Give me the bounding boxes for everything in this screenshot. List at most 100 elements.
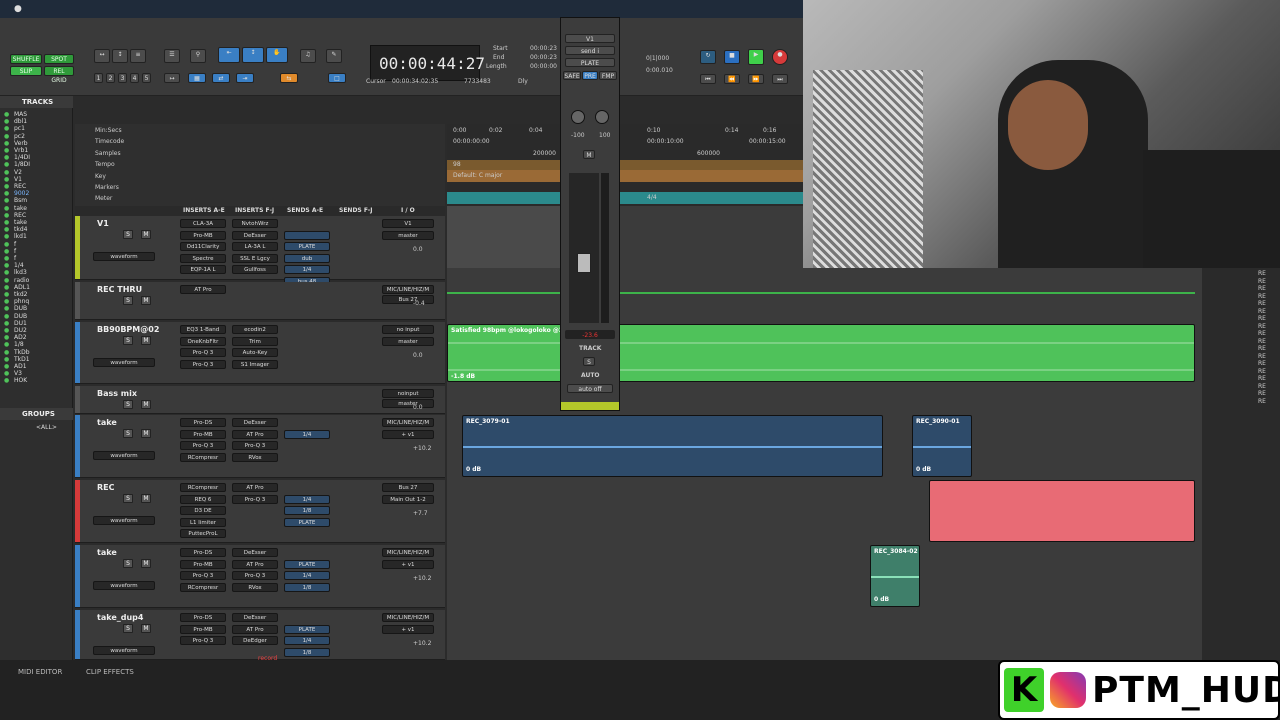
mute-button[interactable]: M [141, 624, 151, 633]
track-view-select[interactable]: waveform [93, 252, 155, 261]
track-visibility-icon[interactable]: ● [4, 298, 9, 305]
track-visibility-icon[interactable]: ● [4, 226, 9, 233]
mute-button[interactable]: M [141, 494, 151, 503]
io-select[interactable]: master [382, 399, 434, 408]
ruler-row-label[interactable]: Markers [95, 184, 119, 191]
track-visibility-icon[interactable]: ● [4, 219, 9, 226]
nudge-value[interactable]: 0:00.010 [646, 67, 673, 74]
track-visibility-icon[interactable]: ● [4, 241, 9, 248]
track-visibility-icon[interactable]: ● [4, 190, 9, 197]
send-slot[interactable]: 1/4 [284, 494, 330, 504]
insert-slot[interactable]: RCompresr [180, 483, 226, 492]
track-visibility-icon[interactable]: ● [4, 147, 9, 154]
zoom-in-icon[interactable]: ↕ [112, 49, 128, 63]
io-select[interactable]: no input [382, 325, 434, 334]
track-visibility-icon[interactable]: ● [4, 277, 9, 284]
fm-fader-cap[interactable] [577, 253, 591, 273]
track-list-item[interactable]: 1/4 [14, 262, 24, 269]
track-list-item[interactable]: 1/4DI [14, 154, 30, 161]
length-value[interactable]: 00:00:00 [530, 63, 557, 70]
insert-slot[interactable]: AT Pro [232, 559, 278, 569]
track-name[interactable]: Bass mix [97, 389, 137, 398]
volume-readout[interactable]: -0.4 [413, 300, 425, 307]
fm-fader-track[interactable] [569, 173, 599, 323]
track-view-select[interactable]: waveform [93, 516, 155, 525]
track-name[interactable]: BB90BPM@02 [97, 325, 159, 334]
track-visibility-icon[interactable]: ● [4, 161, 9, 168]
track-visibility-icon[interactable]: ● [4, 370, 9, 377]
main-counter[interactable]: 00:00:44:27 [370, 45, 485, 81]
track-list-item[interactable]: 9002 [14, 190, 29, 197]
mute-button[interactable]: M [141, 429, 151, 438]
io-select[interactable]: MIC/LINE/HIZ/M [382, 548, 434, 557]
return-to-zero-icon[interactable]: ⏮ [700, 74, 716, 84]
track-visibility-icon[interactable]: ● [4, 133, 9, 140]
counter-num-1[interactable]: 1 [94, 73, 103, 83]
selector-tool-icon[interactable]: ↕ [242, 47, 264, 63]
track-list-item[interactable]: MAS [14, 111, 27, 118]
insert-slot[interactable]: CLA-3A [180, 219, 226, 228]
track-visibility-icon[interactable]: ● [4, 313, 9, 320]
track-visibility-icon[interactable]: ● [4, 205, 9, 212]
mixer-track-row[interactable]: V1 S Mwaveform CLA-3A Pro-MB Od11Clarity Spect… [75, 216, 445, 286]
track-name[interactable]: take [97, 548, 117, 557]
solo-button[interactable]: S [123, 230, 133, 239]
rec-3084-clip[interactable]: REC_3084-02 0 dB [870, 545, 920, 607]
send-slot[interactable]: PLATE [284, 624, 330, 634]
volume-readout[interactable]: +10.2 [413, 640, 431, 647]
insert-slot[interactable]: DeEdger [232, 636, 278, 645]
track-list-item[interactable]: ADL1 [14, 284, 30, 291]
track-visibility-icon[interactable]: ● [4, 284, 9, 291]
slip-mode-button[interactable]: SLIP [10, 66, 42, 76]
fm-pre-button[interactable]: PRE [582, 71, 598, 80]
track-list-item[interactable]: take [14, 205, 27, 212]
right-strip-item[interactable]: RE [1258, 293, 1266, 300]
volume-readout[interactable]: +10.2 [413, 575, 431, 582]
send-slot[interactable]: dub [284, 253, 330, 263]
right-strip-item[interactable]: RE [1258, 345, 1266, 352]
grabber-tool-icon[interactable]: ✋ [266, 47, 288, 63]
track-list-item[interactable]: DU1 [14, 320, 27, 327]
spot-mode-button[interactable]: SPOT [44, 54, 74, 64]
track-visibility-icon[interactable]: ● [4, 341, 9, 348]
volume-readout[interactable]: 0.0 [413, 246, 423, 253]
right-strip-item[interactable]: RE [1258, 300, 1266, 307]
mirror-midi-icon[interactable]: □ [328, 73, 346, 83]
fm-pan-right-knob[interactable] [595, 110, 609, 124]
rec-3090-clip[interactable]: REC_3090-01 0 dB [912, 415, 972, 477]
mute-button[interactable]: M [141, 559, 151, 568]
insert-slot[interactable]: L1 limiter [180, 517, 226, 527]
volume-readout[interactable]: 0.0 [413, 352, 423, 359]
nudge-icon[interactable]: ↦ [164, 73, 180, 83]
insert-slot[interactable]: S1 Imager [232, 359, 278, 369]
insert-slot[interactable]: ecodin2 [232, 325, 278, 334]
track-list-item[interactable]: tkd4 [14, 226, 27, 233]
insert-slot[interactable]: SSL E Lgcy [232, 253, 278, 263]
zoom-out-icon[interactable]: ↔ [94, 49, 110, 63]
insert-slot[interactable]: Pro-Q 3 [232, 494, 278, 504]
track-visibility-icon[interactable]: ● [4, 111, 9, 118]
io-select[interactable]: noinput [382, 389, 434, 398]
scrubber-tool-icon[interactable]: ♫ [300, 49, 316, 63]
track-list-item[interactable]: f [14, 255, 16, 262]
insert-slot[interactable]: REQ 6 [180, 494, 226, 504]
track-list-item[interactable]: pc1 [14, 125, 25, 132]
insert-slot[interactable]: RCompresr [180, 582, 226, 592]
tempo-ruler[interactable]: 98 [447, 160, 803, 170]
fm-plate-select[interactable]: PLATE [565, 58, 615, 67]
insert-slot[interactable]: PuttecProL [180, 529, 226, 538]
track-visibility-icon[interactable]: ● [4, 334, 9, 341]
counter-num-3[interactable]: 3 [118, 73, 127, 83]
volume-readout[interactable]: +7.7 [413, 510, 428, 517]
insert-slot[interactable]: Pro-Q 3 [232, 571, 278, 580]
io-select[interactable]: + v1 [382, 559, 434, 569]
track-list-item[interactable]: lkd1 [14, 233, 27, 240]
insert-slot[interactable]: DeEsser [232, 230, 278, 240]
insert-slot[interactable]: Gullfoss [232, 265, 278, 274]
send-slot[interactable]: PLATE [284, 559, 330, 569]
right-strip-item[interactable]: RE [1258, 398, 1266, 405]
track-visibility-icon[interactable]: ● [4, 169, 9, 176]
track-list-item[interactable]: AD1 [14, 363, 27, 370]
track-list-item[interactable]: V3 [14, 370, 22, 377]
key-marker[interactable]: Default: C major [453, 172, 502, 179]
